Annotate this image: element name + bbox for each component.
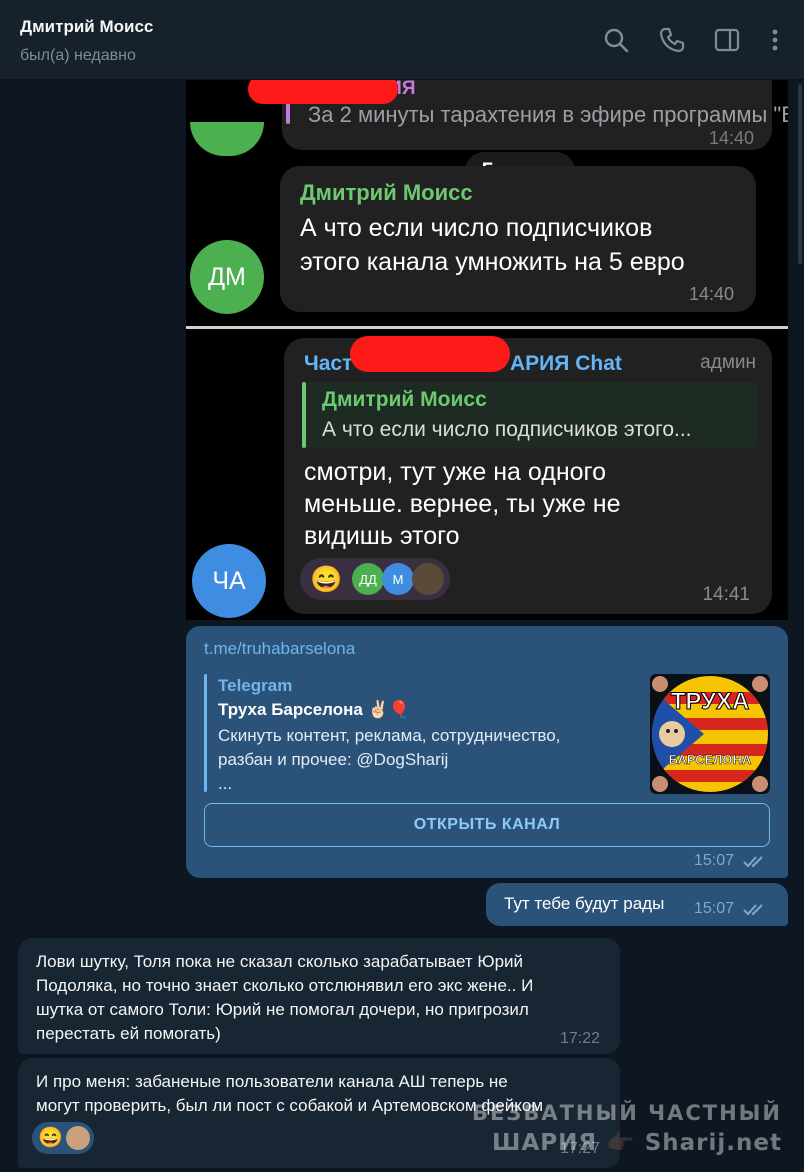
embedded-text-2a: смотри, тут уже на одного (304, 458, 607, 486)
embedded-time-2: 14:41 (702, 584, 750, 605)
message-time: 15:07 (694, 900, 735, 917)
message-text: Лови шутку, Толя пока не сказал сколько … (36, 950, 596, 1046)
redaction-mark (248, 80, 398, 104)
message-meta: 15:07 (694, 852, 768, 870)
avatar-cha: ЧА (192, 544, 266, 618)
preview-desc-line: Скинуть контент, реклама, сотрудничество… (218, 726, 561, 745)
admin-badge: админ (700, 352, 756, 373)
embedded-author-2-prefix: Част (304, 352, 353, 375)
reaction-chip: 😄 ДД М (300, 558, 450, 600)
double-check-icon (743, 856, 763, 868)
preview-title: Труха Барселона ✌🏻🎈 (218, 700, 410, 719)
contact-status: был(а) недавно (20, 47, 136, 64)
link-preview[interactable]: Telegram Труха Барселона ✌🏻🎈 Скинуть кон… (204, 674, 770, 794)
message-time: 17:22 (560, 1030, 601, 1047)
more-vertical-icon[interactable] (761, 26, 789, 54)
double-check-icon (743, 904, 763, 916)
message-time: 15:07 (694, 852, 735, 869)
link-message[interactable]: t.me/truhabarselona Telegram Труха Барсе… (186, 626, 788, 878)
embedded-message-2: Част АРИЯ Chat админ Дмитрий Моисс А что… (284, 338, 772, 614)
preview-accent-bar (204, 674, 207, 792)
incoming-message[interactable]: Лови шутку, Толя пока не сказал сколько … (18, 938, 620, 1054)
embedded-message-1: Дмитрий Моисс А что если число подписчик… (280, 166, 756, 312)
chat-header[interactable]: Дмитрий Моисс был(а) недавно (0, 0, 804, 80)
message-meta: 15:07 (694, 900, 768, 918)
scrollbar[interactable] (798, 84, 802, 264)
message-line: Лови шутку, Толя пока не сказал сколько … (36, 952, 524, 971)
embedded-text-1b: этого канала умножить на 5 евро (300, 248, 685, 276)
logo-text-bottom: БАРСЕЛОНА (668, 752, 752, 768)
embedded-author-1: Дмитрий Моисс (300, 180, 473, 205)
embedded-author-2-suffix: АРИЯ Chat (510, 352, 622, 375)
message-link[interactable]: t.me/truhabarselona (204, 639, 355, 659)
reaction-avatar-photo (66, 1126, 90, 1150)
watermark: БЕЗВАТНЫЙ ЧАСТНЫЙ ШАРИЯ 👉🏿 Sharij.net (472, 1101, 782, 1156)
avatar-dm: ДМ (190, 240, 264, 314)
reaction-emoji: 😄 (38, 1127, 63, 1149)
divider (186, 326, 788, 329)
preview-site-name: Telegram (218, 676, 293, 695)
embedded-time-1: 14:40 (688, 284, 734, 304)
message-line: И про меня: забаненые пользователи канал… (36, 1072, 508, 1091)
outgoing-message[interactable]: Тут тебе будут рады 15:07 (486, 883, 788, 926)
message-line: шутка от самого Толи: Юрий не помогал до… (36, 1000, 529, 1019)
reply-quote: Дмитрий Моисс А что если число подписчик… (302, 382, 758, 448)
embedded-text-2b: меньше. вернее, ты уже не (304, 490, 621, 518)
channel-thumbnail: ТРУХА БАРСЕЛОНА (650, 674, 770, 794)
message-line: перестать ей помогать) (36, 1024, 221, 1043)
embedded-text-2c: видишь этого (304, 522, 460, 550)
phone-icon[interactable] (658, 26, 686, 54)
preview-desc-line: ... (218, 774, 233, 793)
preview-desc-line: разбан и прочее: @DogSharij (218, 750, 449, 769)
watermark-line: БЕЗВАТНЫЙ ЧАСТНЫЙ (472, 1101, 782, 1125)
open-channel-button[interactable]: ОТКРЫТЬ КАНАЛ (204, 803, 770, 847)
logo-text-top: ТРУХА (670, 688, 750, 716)
reaction-avatar: М (382, 563, 414, 595)
watermark-line: ШАРИЯ 👉🏿 Sharij.net (492, 1130, 782, 1156)
screenshot-photo[interactable]: Час АРИЯ За 2 минуты тарахтения в эфире … (186, 80, 788, 620)
embedded-text-1a: А что если число подписчиков (300, 214, 653, 242)
message-text: Тут тебе будут рады (504, 894, 665, 913)
reaction-chip[interactable]: 😄 (32, 1122, 94, 1154)
avatar-cropped (190, 122, 264, 156)
reaction-emoji: 😄 (310, 564, 343, 594)
preview-description: Скинуть контент, реклама, сотрудничество… (218, 724, 618, 796)
contact-name[interactable]: Дмитрий Моисс (20, 17, 153, 37)
message-line: Подоляка, но точно знает сколько отслюня… (36, 976, 534, 995)
reply-quote-bar (302, 382, 306, 448)
reaction-avatar: ДД (352, 563, 384, 595)
sidebar-toggle-icon[interactable] (713, 26, 741, 54)
search-icon[interactable] (602, 26, 630, 54)
reply-text: А что если число подписчиков этого... (322, 418, 692, 441)
reply-author: Дмитрий Моисс (322, 388, 487, 411)
reaction-avatar-photo (412, 563, 444, 595)
snippet-time: 14:40 (708, 128, 754, 148)
redaction-mark (350, 336, 510, 372)
snippet-text: За 2 минуты тарахтения в эфире программы… (308, 102, 788, 127)
